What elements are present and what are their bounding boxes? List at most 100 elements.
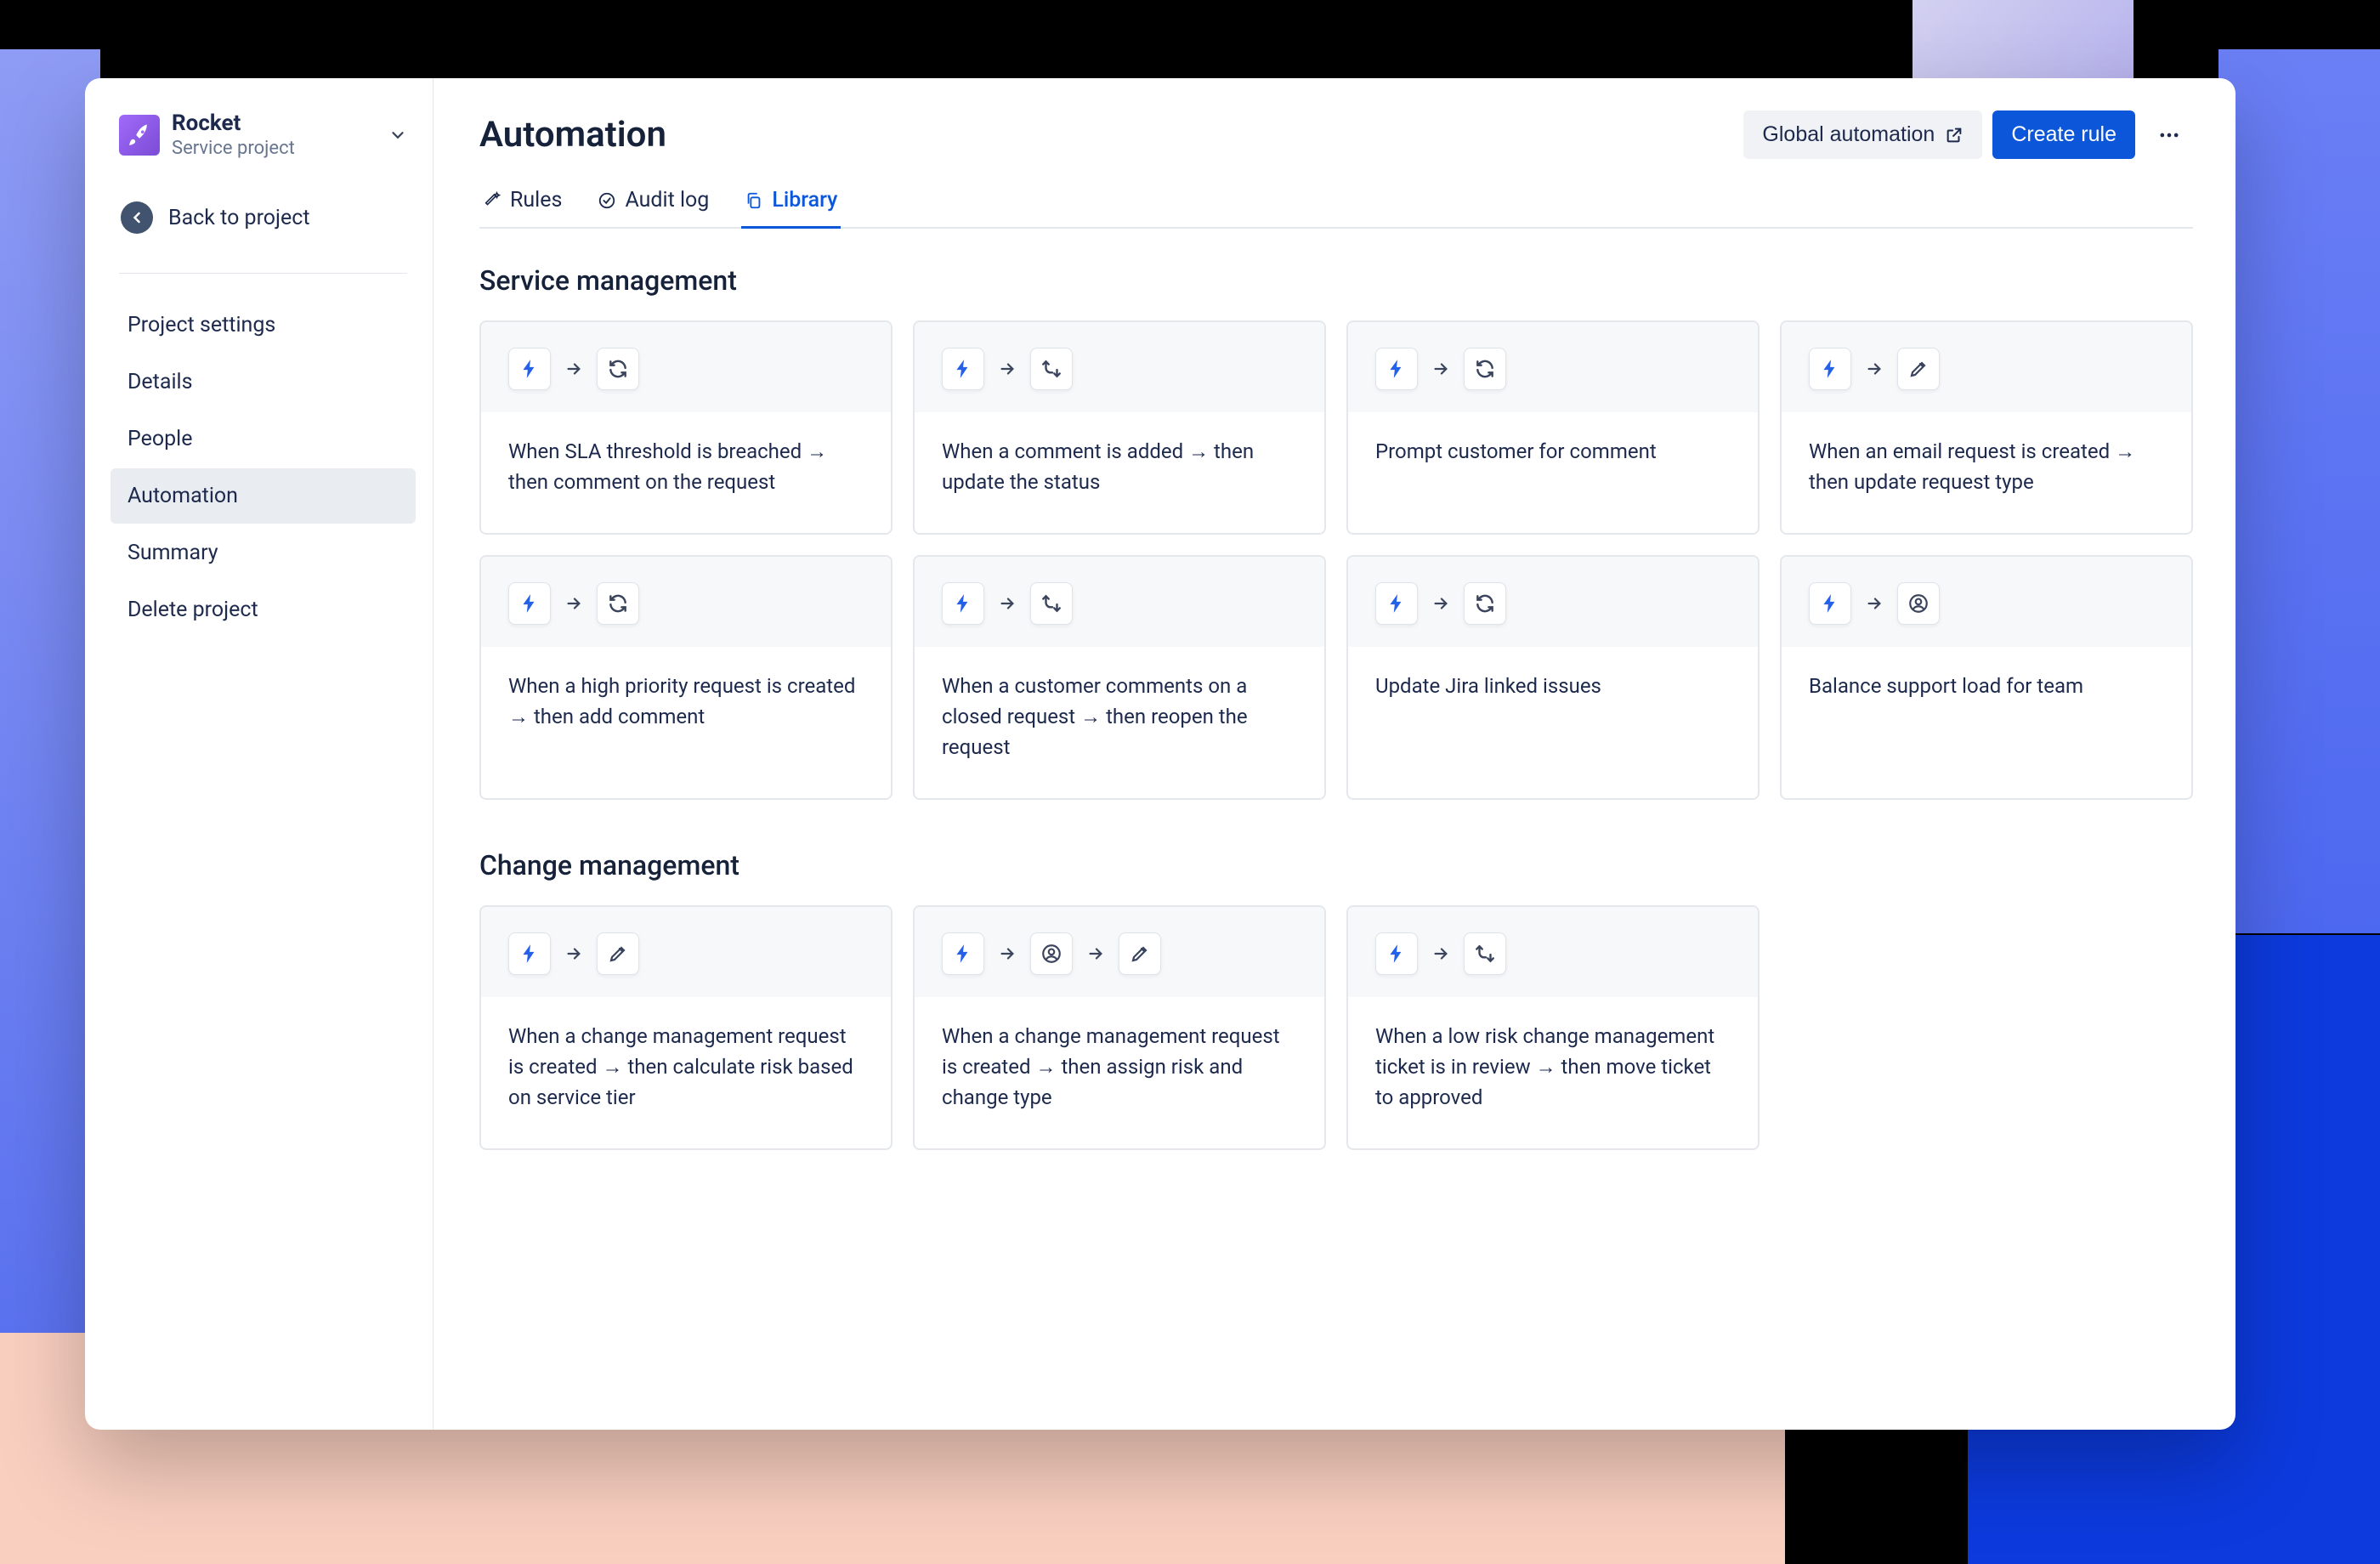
person-icon [1897, 582, 1940, 625]
sidebar-item-details[interactable]: Details [110, 354, 416, 410]
arrow-right-icon [1865, 360, 1884, 378]
automation-template-card[interactable]: When a change management request is crea… [479, 905, 892, 1150]
automation-template-card[interactable]: Prompt customer for comment [1346, 320, 1760, 535]
back-label: Back to project [168, 206, 310, 230]
bolt-icon [942, 932, 984, 975]
card-description: Update Jira linked issues [1348, 647, 1758, 737]
global-automation-button[interactable]: Global automation [1743, 110, 1982, 159]
card-description: Balance support load for team [1782, 647, 2191, 737]
arrow-right-icon [1431, 360, 1450, 378]
card-description: When a low risk change management ticket… [1348, 997, 1758, 1148]
card-icon-row [915, 557, 1324, 647]
card-description: When SLA threshold is breached → then co… [481, 412, 891, 533]
arrow-right-icon [564, 594, 583, 613]
automation-template-card[interactable]: When SLA threshold is breached → then co… [479, 320, 892, 535]
external-link-icon [1945, 126, 1964, 144]
sidebar-item-automation[interactable]: Automation [110, 468, 416, 524]
rocket-icon [127, 122, 152, 148]
automation-template-card[interactable]: When a change management request is crea… [913, 905, 1326, 1150]
bolt-icon [508, 582, 551, 625]
automation-template-card[interactable]: When an email request is created → then … [1780, 320, 2193, 535]
bolt-icon [1809, 348, 1851, 390]
create-rule-button[interactable]: Create rule [1992, 110, 2135, 159]
refresh-icon [1464, 348, 1506, 390]
copy-icon [745, 191, 763, 210]
bolt-icon [942, 348, 984, 390]
automation-template-card[interactable]: When a comment is added → then update th… [913, 320, 1326, 535]
section-title: Change management [479, 849, 2193, 881]
arrow-right-icon [1431, 944, 1450, 963]
card-description: When a high priority request is created … [481, 647, 891, 768]
refresh-icon [1464, 582, 1506, 625]
branch-icon [1030, 348, 1073, 390]
sidebar-item-people[interactable]: People [110, 411, 416, 467]
back-to-project-link[interactable]: Back to project [110, 190, 416, 246]
bolt-icon [1375, 932, 1418, 975]
tabs: Rules Audit log Library [479, 188, 2193, 229]
pencil-icon [1897, 348, 1940, 390]
card-grid: When SLA threshold is breached → then co… [479, 320, 2193, 800]
main-content: Automation Global automation Create rule [434, 78, 2236, 1430]
branch-icon [1030, 582, 1073, 625]
app-window: Rocket Service project Back to project P… [85, 78, 2236, 1430]
project-type: Service project [172, 138, 377, 159]
card-icon-row [1348, 557, 1758, 647]
bolt-icon [1375, 348, 1418, 390]
project-avatar [119, 115, 160, 156]
check-circle-icon [598, 191, 616, 210]
tab-rules[interactable]: Rules [479, 188, 565, 229]
arrow-right-icon [998, 594, 1017, 613]
arrow-left-icon [121, 201, 153, 234]
divider [119, 273, 407, 274]
bolt-icon [508, 348, 551, 390]
refresh-icon [597, 582, 639, 625]
automation-template-card[interactable]: Balance support load for team [1780, 555, 2193, 800]
card-icon-row [481, 557, 891, 647]
arrow-right-icon [998, 360, 1017, 378]
card-description: Prompt customer for comment [1348, 412, 1758, 502]
person-icon [1030, 932, 1073, 975]
tab-library[interactable]: Library [741, 188, 841, 229]
pencil-icon [597, 932, 639, 975]
refresh-icon [597, 348, 639, 390]
automation-template-card[interactable]: When a high priority request is created … [479, 555, 892, 800]
card-grid: When a change management request is crea… [479, 905, 2193, 1150]
card-description: When a change management request is crea… [915, 997, 1324, 1148]
ellipsis-icon [2157, 123, 2181, 147]
sidebar-item-project-settings[interactable]: Project settings [110, 298, 416, 353]
card-icon-row [1348, 322, 1758, 412]
bolt-icon [1375, 582, 1418, 625]
section-title: Service management [479, 264, 2193, 297]
arrow-right-icon [564, 360, 583, 378]
card-icon-row [915, 322, 1324, 412]
tab-audit-log[interactable]: Audit log [594, 188, 712, 229]
sidebar-item-delete-project[interactable]: Delete project [110, 582, 416, 638]
card-icon-row [915, 907, 1324, 997]
arrow-right-icon [1865, 594, 1884, 613]
card-icon-row [481, 322, 891, 412]
more-actions-button[interactable] [2145, 111, 2193, 159]
chevron-down-icon[interactable] [388, 126, 407, 144]
card-description: When a change management request is crea… [481, 997, 891, 1148]
arrow-right-icon [1431, 594, 1450, 613]
arrow-right-icon [564, 944, 583, 963]
arrow-right-icon [1086, 944, 1105, 963]
automation-template-card[interactable]: When a customer comments on a closed req… [913, 555, 1326, 800]
card-icon-row [481, 907, 891, 997]
project-switcher[interactable]: Rocket Service project [110, 104, 416, 166]
page-title: Automation [479, 114, 666, 156]
card-description: When a comment is added → then update th… [915, 412, 1324, 533]
sidebar-item-summary[interactable]: Summary [110, 525, 416, 581]
bolt-icon [508, 932, 551, 975]
automation-template-card[interactable]: When a low risk change management ticket… [1346, 905, 1760, 1150]
bolt-icon [942, 582, 984, 625]
card-icon-row [1782, 322, 2191, 412]
card-icon-row [1782, 557, 2191, 647]
branch-icon [1464, 932, 1506, 975]
sidebar: Rocket Service project Back to project P… [85, 78, 434, 1430]
automation-template-card[interactable]: Update Jira linked issues [1346, 555, 1760, 800]
arrow-right-icon [998, 944, 1017, 963]
project-name: Rocket [172, 110, 377, 136]
card-description: When a customer comments on a closed req… [915, 647, 1324, 798]
card-description: When an email request is created → then … [1782, 412, 2191, 533]
